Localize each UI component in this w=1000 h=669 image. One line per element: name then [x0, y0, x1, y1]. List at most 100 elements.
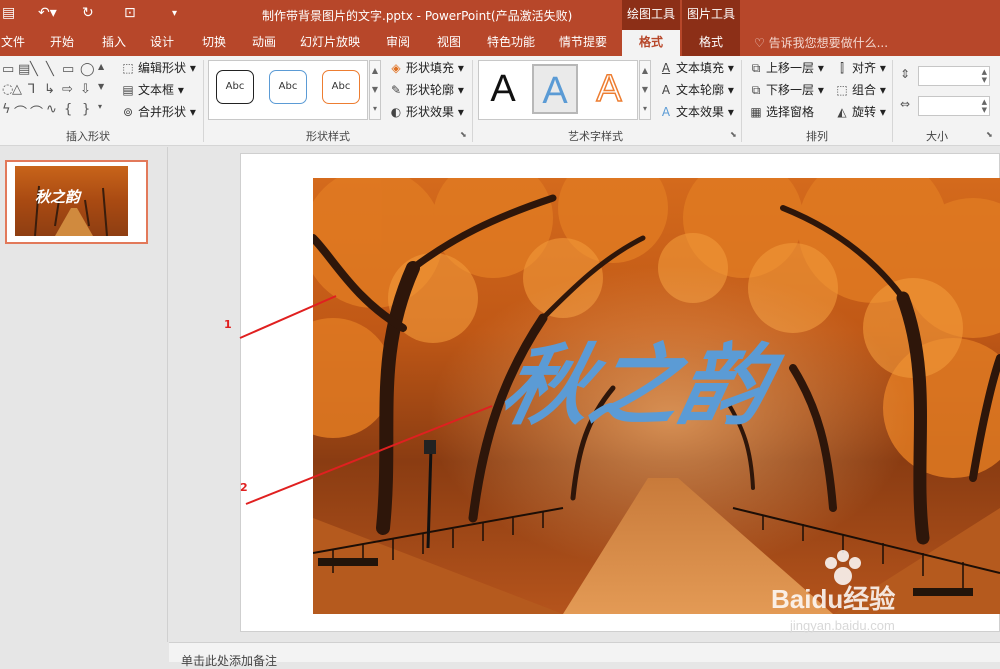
tab-review[interactable]: 审阅 — [380, 30, 416, 56]
paint-bucket-icon: ◈ — [391, 61, 401, 75]
autumn-background-picture[interactable]: 秋之韵 Baidu经验 — [313, 178, 1000, 614]
tab-special-features[interactable]: 特色功能 — [482, 30, 540, 56]
undo-icon[interactable]: ↶▾ — [38, 5, 57, 21]
line-arrow-shape-icon[interactable]: ╲ — [46, 62, 54, 77]
height-icon: ⇕ — [900, 67, 911, 81]
text-fill-button[interactable]: A 文本填充 ▾ — [658, 58, 734, 78]
thumbnail-text: 秋之韵 — [35, 188, 81, 206]
send-backward-icon: ⧉ — [751, 83, 761, 97]
elbow-arrow-shape-icon[interactable]: ↳ — [44, 82, 55, 97]
customize-toolbar-icon[interactable]: ▾ — [172, 8, 177, 19]
picture-tools-label: 图片工具 — [682, 0, 740, 30]
wave-shape-icon[interactable]: ∿ — [46, 102, 57, 117]
notes-placeholder: 单击此处添加备注 — [181, 654, 278, 668]
oval-shape-icon[interactable]: ◯ — [80, 62, 95, 77]
shape-style-preset-1[interactable]: Abc — [216, 70, 254, 104]
wordart-preset-black[interactable]: A — [480, 64, 526, 114]
shape-height-input[interactable]: ▲ ▼ — [918, 66, 990, 86]
tab-slideshow[interactable]: 幻灯片放映 — [298, 30, 362, 56]
height-spinner[interactable]: ▲ ▼ — [982, 68, 987, 84]
text-fill-icon: A — [661, 61, 671, 75]
elbow-connector-shape-icon[interactable]: ⅂ — [28, 82, 35, 97]
selection-pane-icon: ▦ — [750, 105, 762, 119]
line-shape-icon[interactable]: ╲ — [30, 62, 38, 77]
arc-shape-icon[interactable]: ⌒ — [14, 102, 27, 121]
dialog-launcher-icon[interactable]: ⬊ — [460, 130, 467, 139]
wordart-text[interactable]: 秋之韵 — [493, 334, 790, 437]
align-icon: ⫿ — [840, 61, 844, 75]
rectangle-shape-icon[interactable]: ▭ — [62, 62, 74, 77]
triangle-shape-icon[interactable]: △ — [12, 82, 22, 97]
tab-format-picture[interactable]: 格式 — [682, 30, 740, 56]
brace-left-shape-icon[interactable]: { — [64, 102, 72, 117]
insert-shapes-group-label: 插入形状 — [66, 130, 110, 143]
group-divider — [472, 60, 473, 142]
dialog-launcher-icon[interactable]: ⬊ — [986, 130, 993, 139]
tab-home[interactable]: 开始 — [44, 30, 80, 56]
redo-icon[interactable]: ↻ — [82, 5, 94, 21]
text-box-icon: ▤ — [122, 83, 134, 97]
align-button[interactable]: ⫿ 对齐 ▾ — [834, 58, 886, 78]
gallery-scroll-down-icon[interactable]: ▼ — [98, 82, 104, 91]
edit-shape-button[interactable]: ⬚ 编辑形状 ▾ — [120, 58, 196, 78]
annotation-label-1: 1 — [224, 318, 232, 331]
watermark-url: jingyan.baidu.com — [790, 618, 895, 633]
wordart-preset-orange-outline[interactable]: A — [586, 64, 632, 114]
merge-shapes-button[interactable]: ⊚ 合并形状 ▾ — [120, 102, 196, 122]
slide-thumbnail-pane: 1 秋之韵 — [0, 147, 168, 642]
text-box-button[interactable]: ▤ 文本框 ▾ — [120, 80, 184, 100]
thumbnail-image: 秋之韵 — [15, 166, 128, 236]
tab-format-drawing[interactable]: 格式 — [622, 30, 680, 56]
lightning-shape-icon[interactable]: ϟ — [2, 102, 11, 117]
textbox-shape-icon[interactable]: ▭ — [2, 62, 14, 77]
drawing-tools-label: 绘图工具 — [622, 0, 680, 30]
shape-width-input[interactable]: ▲ ▼ — [918, 96, 990, 116]
bring-forward-icon: ⧉ — [751, 61, 761, 75]
tab-view[interactable]: 视图 — [431, 30, 467, 56]
send-backward-button[interactable]: ⧉ 下移一层 ▾ — [748, 80, 824, 100]
rotate-button[interactable]: ◭ 旋转 ▾ — [834, 102, 885, 122]
wordart-preset-blue[interactable]: A — [532, 64, 578, 114]
tab-insert[interactable]: 插入 — [96, 30, 132, 56]
slide-thumbnail-1[interactable]: 秋之韵 — [5, 160, 148, 244]
tab-file[interactable]: 文件 — [0, 30, 26, 56]
selection-pane-button[interactable]: ▦ 选择窗格 — [748, 102, 814, 122]
shape-fill-button[interactable]: ◈ 形状填充 ▾ — [388, 58, 463, 78]
group-divider — [892, 60, 893, 142]
merge-shapes-icon: ⊚ — [122, 105, 134, 119]
shape-styles-scroll[interactable]: ▲ ▼ ▾ — [369, 60, 381, 120]
save-icon[interactable]: ▤ — [2, 5, 15, 21]
width-icon: ⇔ — [900, 97, 911, 111]
slideshow-icon[interactable]: ⊡ — [124, 5, 136, 21]
arrow-down-shape-icon[interactable]: ⇩ — [80, 82, 91, 97]
shapes-gallery[interactable]: ▭ ▤ ╲ ╲ ▭ ◯ ◌ △ ⅂ ↳ ⇨ ⇩ ϟ ⌒ ⌒ ∿ { } ▲ ▼ … — [0, 60, 112, 121]
shape-outline-button[interactable]: ✎ 形状轮廓 ▾ — [388, 80, 464, 100]
width-spinner[interactable]: ▲ ▼ — [982, 98, 987, 114]
wordart-styles-group-label: 艺术字样式 — [568, 130, 623, 143]
group-icon: ⬚ — [836, 83, 848, 97]
tell-me-search[interactable]: ♡ 告诉我您想要做什么... — [754, 34, 888, 51]
tab-storyboard[interactable]: 情节提要 — [554, 30, 612, 56]
shape-effects-button[interactable]: ◐ 形状效果 ▾ — [388, 102, 464, 122]
bring-forward-button[interactable]: ⧉ 上移一层 ▾ — [748, 58, 824, 78]
curve-shape-icon[interactable]: ⌒ — [30, 102, 43, 121]
text-effects-button[interactable]: A 文本效果 ▾ — [658, 102, 734, 122]
ribbon: ▭ ▤ ╲ ╲ ▭ ◯ ◌ △ ⅂ ↳ ⇨ ⇩ ϟ ⌒ ⌒ ∿ { } ▲ ▼ … — [0, 56, 1000, 146]
shape-style-preset-2[interactable]: Abc — [269, 70, 307, 104]
vertical-textbox-shape-icon[interactable]: ▤ — [18, 62, 30, 77]
brace-right-shape-icon[interactable]: } — [82, 102, 90, 117]
text-outline-button[interactable]: A 文本轮廓 ▾ — [658, 80, 734, 100]
gallery-more-icon[interactable]: ▾ — [98, 102, 102, 111]
gallery-scroll-up-icon[interactable]: ▲ — [98, 62, 104, 71]
tab-transitions[interactable]: 切换 — [196, 30, 232, 56]
tab-animations[interactable]: 动画 — [246, 30, 282, 56]
tab-design[interactable]: 设计 — [144, 30, 180, 56]
wordart-styles-scroll[interactable]: ▲ ▼ ▾ — [639, 60, 651, 120]
watermark-logo-text: Baidu经验 — [771, 584, 895, 614]
arrow-right-shape-icon[interactable]: ⇨ — [62, 82, 73, 97]
shape-style-preset-3[interactable]: Abc — [322, 70, 360, 104]
group-button[interactable]: ⬚ 组合 ▾ — [834, 80, 886, 100]
dialog-launcher-icon[interactable]: ⬊ — [730, 130, 737, 139]
notes-pane[interactable]: 单击此处添加备注 — [169, 642, 1000, 668]
title-bar: ▤ ↶▾ ↻ ⊡ ▾ 制作带背景图片的文字.pptx - PowerPoint(… — [0, 0, 1000, 30]
